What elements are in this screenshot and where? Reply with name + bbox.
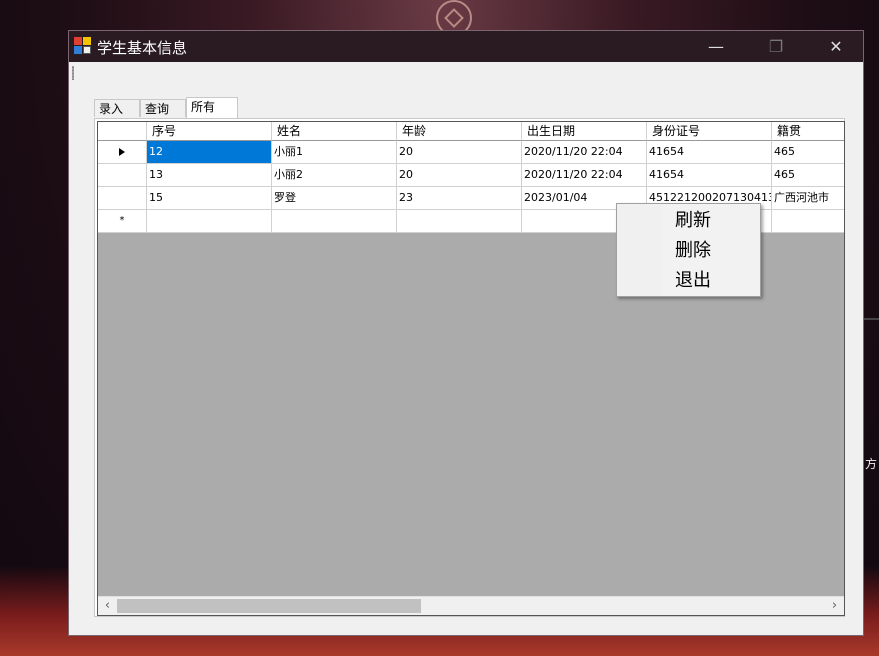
menu-item-delete[interactable]: 删除 (675, 237, 711, 265)
table-cell[interactable]: 广西河池市 (772, 187, 844, 210)
scrollbar-thumb[interactable] (117, 599, 421, 613)
row-header-corner[interactable] (98, 122, 147, 141)
current-row-arrow-icon (119, 148, 125, 156)
table-cell[interactable]: 465 (772, 164, 844, 187)
student-data-grid[interactable]: 序号 姓名 年龄 出生日期 身份证号 籍贯 12 小丽1 20 2020/11/… (97, 121, 845, 616)
table-cell[interactable]: 13 (147, 164, 272, 187)
table-cell[interactable]: 15 (147, 187, 272, 210)
student-info-window: 学生基本信息 — ❐ ✕ 录入 查询 所有 序号 姓名 年龄 出生日期 身份证号… (68, 30, 864, 636)
column-header-birthdate[interactable]: 出生日期 (522, 122, 647, 141)
title-bar[interactable]: 学生基本信息 — ❐ ✕ (69, 31, 863, 62)
table-cell[interactable]: 12 (147, 141, 272, 164)
tab-entry[interactable]: 录入 (94, 99, 140, 117)
table-cell[interactable]: 20 (397, 164, 522, 187)
scroll-right-button[interactable]: › (825, 597, 844, 615)
scroll-left-button[interactable]: ‹ (98, 597, 117, 615)
horizontal-scrollbar[interactable]: ‹ › (98, 596, 844, 615)
column-header-id[interactable]: 序号 (147, 122, 272, 141)
row-header[interactable] (98, 187, 147, 210)
table-cell[interactable]: 465 (772, 141, 844, 164)
table-cell[interactable]: 2020/11/20 22:04 (522, 164, 647, 187)
close-button[interactable]: ✕ (813, 31, 859, 62)
column-header-hometown[interactable]: 籍贯 (772, 122, 844, 141)
tab-query[interactable]: 查询 (140, 99, 186, 117)
toolstrip-grip-icon[interactable] (72, 66, 74, 80)
tab-panel-all: 序号 姓名 年龄 出生日期 身份证号 籍贯 12 小丽1 20 2020/11/… (94, 118, 845, 617)
tab-all[interactable]: 所有 (186, 97, 238, 119)
table-cell[interactable]: 41654 (647, 141, 772, 164)
table-cell[interactable] (397, 210, 522, 233)
table-cell[interactable] (772, 210, 844, 233)
background-divider (864, 318, 879, 320)
table-cell[interactable] (147, 210, 272, 233)
table-cell[interactable]: 23 (397, 187, 522, 210)
app-icon (74, 37, 92, 55)
menu-item-refresh[interactable]: 刷新 (675, 207, 711, 235)
column-header-id-number[interactable]: 身份证号 (647, 122, 772, 141)
window-title: 学生基本信息 (97, 39, 188, 57)
background-side-text: 方 (865, 457, 878, 471)
row-header[interactable] (98, 164, 147, 187)
restore-button[interactable]: ❐ (753, 31, 799, 62)
table-cell[interactable]: 小丽2 (272, 164, 397, 187)
table-cell[interactable]: 20 (397, 141, 522, 164)
table-cell[interactable] (272, 210, 397, 233)
context-menu: 刷新 删除 退出 (616, 203, 761, 297)
minimize-button[interactable]: — (693, 31, 739, 62)
column-header-age[interactable]: 年龄 (397, 122, 522, 141)
new-row-marker[interactable]: * (98, 210, 147, 233)
table-cell[interactable]: 41654 (647, 164, 772, 187)
table-cell[interactable]: 2020/11/20 22:04 (522, 141, 647, 164)
menu-item-exit[interactable]: 退出 (675, 267, 711, 295)
table-cell[interactable]: 小丽1 (272, 141, 397, 164)
column-header-name[interactable]: 姓名 (272, 122, 397, 141)
table-cell[interactable]: 罗登 (272, 187, 397, 210)
row-header[interactable] (98, 141, 147, 164)
table-row[interactable]: 12 小丽1 20 2020/11/20 22:04 41654 465 (98, 141, 844, 164)
table-row[interactable]: 13 小丽2 20 2020/11/20 22:04 41654 465 (98, 164, 844, 187)
